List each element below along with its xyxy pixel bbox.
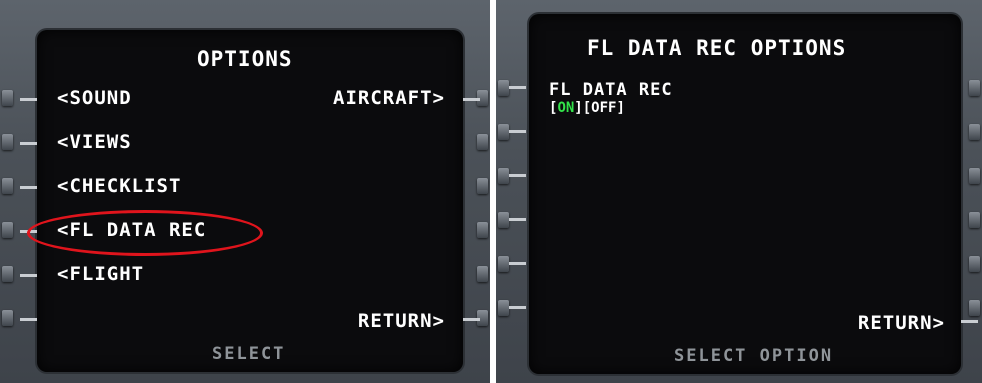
lsk-l6-button[interactable]	[2, 310, 13, 326]
views-menu-item[interactable]: <VIEWS	[57, 131, 132, 153]
checklist-menu-item[interactable]: <CHECKLIST	[57, 175, 181, 197]
return-menu-item[interactable]: RETURN>	[858, 312, 945, 334]
page-title: FL DATA REC OPTIONS	[587, 36, 847, 60]
lsk-tick	[509, 262, 526, 265]
lsk-l5-button[interactable]	[2, 266, 13, 282]
lsk-r3-button[interactable]	[969, 168, 980, 184]
lsk-r4-button[interactable]	[477, 222, 488, 238]
lsk-tick	[20, 142, 37, 145]
lsk-l2-button[interactable]	[498, 124, 509, 140]
highlight-ring	[27, 210, 263, 256]
mcdu-options-panel: OPTIONS <SOUND AIRCRAFT> <VIEWS <CHECKLI…	[0, 0, 490, 383]
lsk-r1-button[interactable]	[969, 80, 980, 96]
lsk-l1-button[interactable]	[498, 80, 509, 96]
lsk-l4-button[interactable]	[498, 212, 509, 228]
lsk-tick	[20, 318, 37, 321]
lsk-r5-button[interactable]	[477, 266, 488, 282]
lsk-l5-button[interactable]	[498, 256, 509, 272]
return-menu-item[interactable]: RETURN>	[358, 310, 445, 332]
lsk-tick	[20, 98, 37, 101]
lsk-tick	[463, 318, 480, 321]
lsk-l1-button[interactable]	[2, 90, 13, 106]
lsk-l3-button[interactable]	[2, 178, 13, 194]
lsk-l3-button[interactable]	[498, 168, 509, 184]
lsk-tick	[509, 218, 526, 221]
lsk-tick	[509, 174, 526, 177]
lsk-r6-button[interactable]	[969, 300, 980, 316]
lsk-l2-button[interactable]	[2, 134, 13, 150]
lsk-tick	[509, 86, 526, 89]
lsk-r2-button[interactable]	[477, 134, 488, 150]
page-title: OPTIONS	[197, 47, 293, 71]
sound-menu-item[interactable]: <SOUND	[57, 87, 132, 109]
lsk-tick	[961, 320, 978, 323]
mcdu-display: OPTIONS <SOUND AIRCRAFT> <VIEWS <CHECKLI…	[20, 30, 480, 372]
scratchpad: SELECT OPTION	[674, 346, 834, 366]
lsk-l4-button[interactable]	[2, 222, 13, 238]
flight-menu-item[interactable]: <FLIGHT	[57, 263, 144, 285]
lsk-tick	[20, 274, 37, 277]
lsk-r2-button[interactable]	[969, 124, 980, 140]
lsk-r5-button[interactable]	[969, 256, 980, 272]
lsk-l6-button[interactable]	[498, 300, 509, 316]
mcdu-fl-data-rec-panel: FL DATA REC OPTIONS FL DATA REC [ON][OFF…	[496, 0, 982, 383]
fl-data-rec-label: FL DATA REC	[549, 80, 673, 100]
aircraft-menu-item[interactable]: AIRCRAFT>	[333, 87, 445, 109]
scratchpad: SELECT	[212, 344, 286, 364]
lsk-tick	[20, 186, 37, 189]
toggle-off-option[interactable]: OFF	[591, 100, 616, 116]
mcdu-display: FL DATA REC OPTIONS FL DATA REC [ON][OFF…	[509, 14, 978, 374]
fl-data-rec-toggle: [ON][OFF]	[549, 100, 625, 116]
lsk-tick	[509, 130, 526, 133]
lsk-tick	[463, 98, 480, 101]
lsk-r3-button[interactable]	[477, 178, 488, 194]
lsk-tick	[509, 306, 526, 309]
toggle-on-option[interactable]: ON	[557, 100, 574, 116]
lsk-r4-button[interactable]	[969, 212, 980, 228]
